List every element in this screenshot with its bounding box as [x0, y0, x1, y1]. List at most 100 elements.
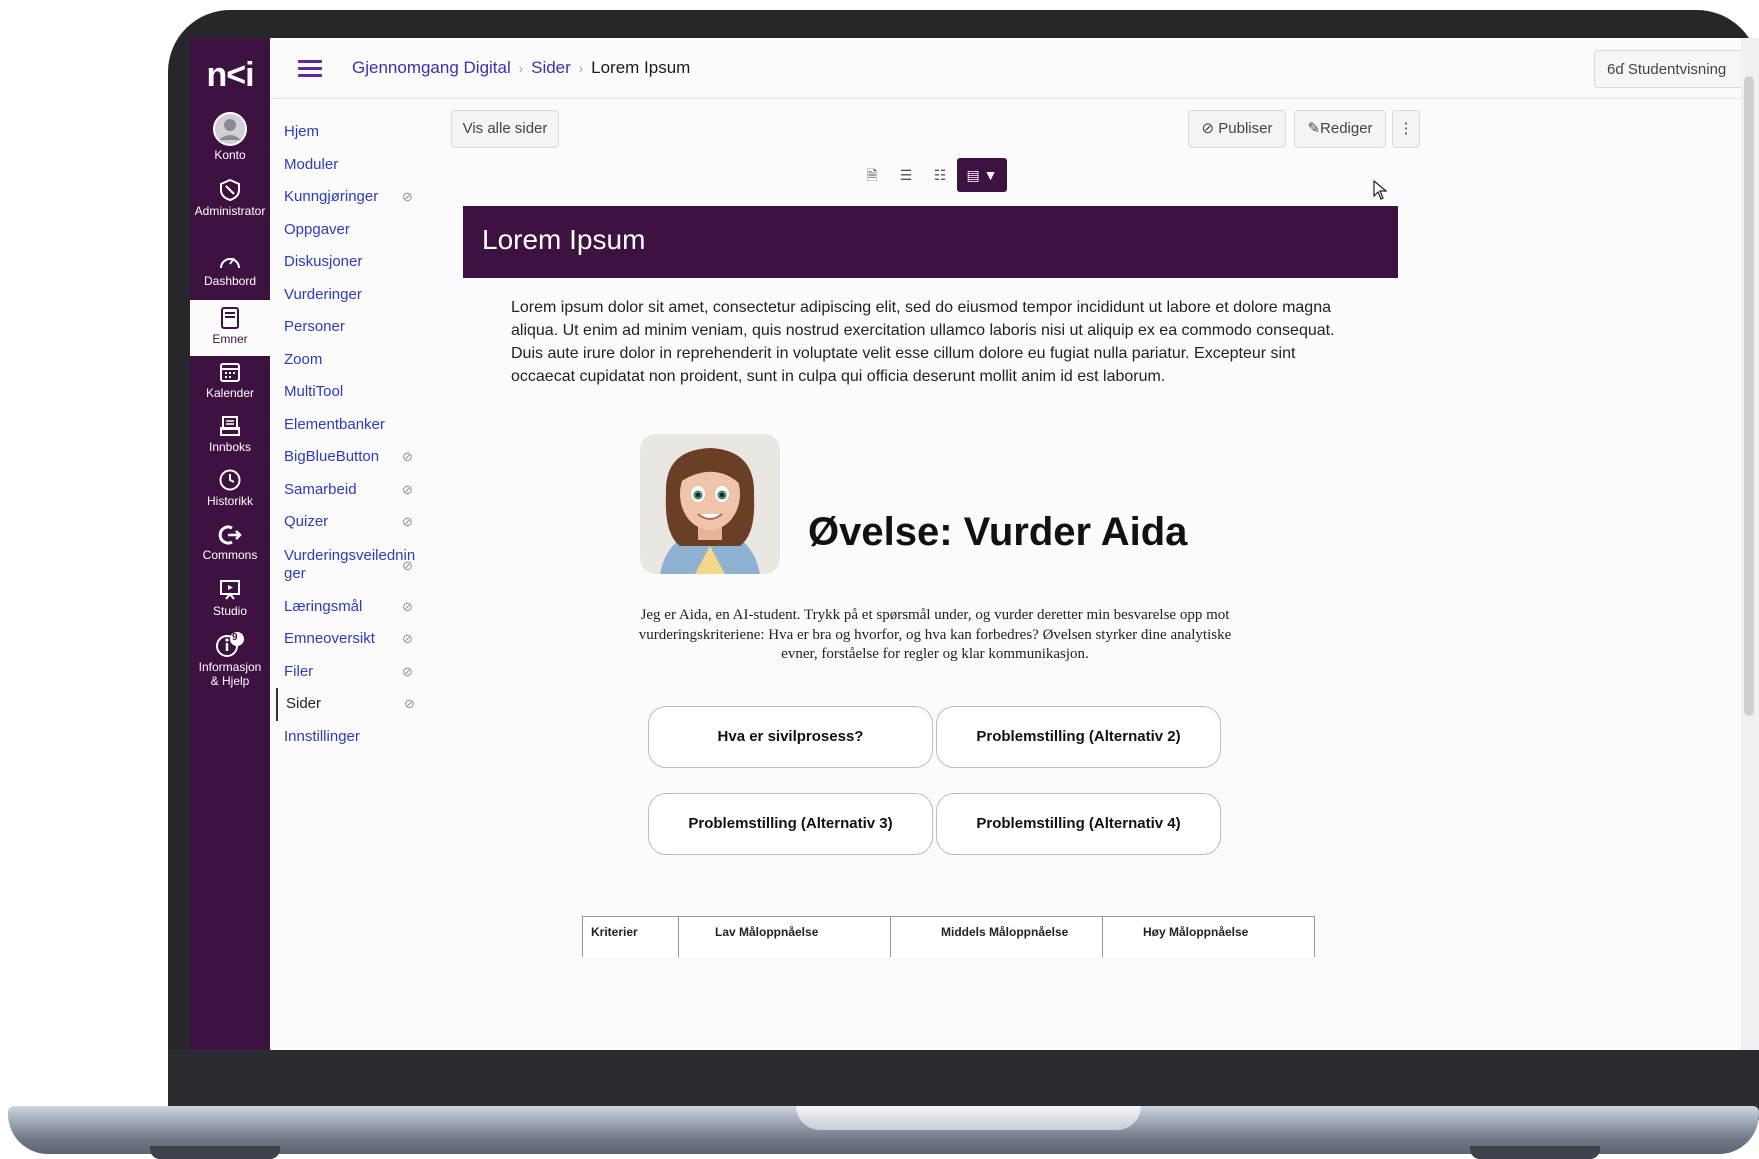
course-nav-diskusjoner[interactable]: Diskusjoner: [276, 246, 436, 279]
exercise-description: Jeg er Aida, en AI-student. Trykk på et …: [638, 607, 1232, 662]
studio-icon: [220, 580, 240, 600]
page-banner: Lorem Ipsum: [463, 206, 1398, 278]
table-header-criteria: Kriterier: [591, 925, 638, 939]
course-nav-samarbeid[interactable]: Samarbeid ⊘: [276, 474, 436, 507]
course-nav-emneoversikt[interactable]: Emneoversikt ⊘: [276, 623, 436, 656]
course-nav-filer[interactable]: Filer ⊘: [276, 656, 436, 689]
scrollbar-thumb[interactable]: [1744, 76, 1754, 716]
eye-slash-icon: ⊘: [402, 557, 413, 573]
publish-label: Publiser: [1218, 120, 1273, 137]
eye-slash-icon: ⊘: [402, 514, 413, 529]
course-nav-label: Filer: [284, 662, 314, 680]
aida-avatar: [640, 434, 780, 574]
global-nav-administrator[interactable]: Administrator: [190, 178, 270, 218]
global-nav-label: Innboks: [208, 440, 252, 454]
global-nav-emner[interactable]: Emner: [190, 300, 270, 356]
user-circle-icon: [213, 112, 247, 146]
edit-label: Rediger: [1320, 120, 1373, 137]
laptop-chin: [168, 1050, 1759, 1106]
hamburger-menu-icon[interactable]: [298, 60, 322, 78]
eye-slash-icon: ⊘: [402, 449, 413, 464]
table-header-low: Lav Måloppnåelse: [715, 925, 819, 939]
course-nav-multitool[interactable]: MultiTool: [276, 376, 436, 409]
option-button-4[interactable]: Problemstilling (Alternativ 4): [936, 793, 1221, 855]
course-nav-label: Innstillinger: [284, 727, 360, 745]
eye-slash-icon: ⊘: [402, 598, 413, 614]
publish-button[interactable]: ⊘ Publiser: [1188, 110, 1286, 148]
course-nav-sider[interactable]: Sider ⊘: [276, 688, 436, 721]
laptop-foot-right: [1470, 1146, 1600, 1159]
course-nav-label: Moduler: [284, 155, 339, 173]
course-nav-bigbluebutton[interactable]: BigBlueButton ⊘: [276, 441, 436, 474]
course-nav-label: Emneoversikt: [284, 630, 375, 647]
course-nav-laeringsmal[interactable]: Læringsmål ⊘: [276, 591, 436, 624]
inbox-icon: [220, 416, 240, 436]
eye-slash-icon: ⊘: [402, 631, 413, 646]
page-icon[interactable]: 🗎: [855, 158, 889, 192]
commons-arrow-icon: [218, 525, 242, 545]
info-icon: [216, 632, 244, 657]
eye-slash-icon: ⊘: [404, 696, 415, 711]
exercise-title: Øvelse: Vurder Aida: [808, 510, 1188, 554]
global-nav-label: Informasjon & Hjelp: [198, 660, 262, 688]
table-header-high: Høy Måloppnåelse: [1143, 925, 1249, 939]
course-nav-kunngjoringer[interactable]: Kunngjøringer ⊘: [276, 181, 436, 214]
global-nav-konto[interactable]: Konto: [190, 112, 270, 162]
course-nav-vurderingsveiledninger[interactable]: Vurderingsveiledninger ⊘: [276, 539, 436, 591]
rubric-table: Kriterier Lav Måloppnåelse Middels Målop…: [582, 916, 1315, 957]
notification-badge: 9: [232, 632, 238, 643]
page-body-text: Lorem ipsum dolor sit amet, consectetur …: [511, 299, 1335, 385]
no-entry-icon: ⊘: [1201, 120, 1219, 137]
eye-slash-icon: ⊘: [402, 189, 413, 204]
global-nav: n<i Konto Administrator Dashbord Emner K…: [190, 38, 270, 1050]
global-nav-historikk[interactable]: Historikk: [190, 468, 270, 508]
global-nav-informasjon-hjelp[interactable]: 9 Informasjon & Hjelp: [190, 632, 270, 688]
course-nav-label: Vurderingsveiledninger: [284, 546, 416, 582]
course-nav-zoom[interactable]: Zoom: [276, 344, 436, 377]
course-nav-oppgaver[interactable]: Oppgaver: [276, 214, 436, 247]
course-nav-personer[interactable]: Personer: [276, 311, 436, 344]
page-outline-icon[interactable]: ☷: [923, 158, 957, 192]
table-header-medium: Middels Måloppnåelse: [941, 925, 1069, 939]
option-button-3[interactable]: Problemstilling (Alternativ 3): [648, 793, 933, 855]
global-nav-label: Historikk: [206, 494, 253, 508]
eye-slash-icon: ⊘: [402, 663, 413, 679]
more-options-icon[interactable]: ⋮: [1392, 110, 1420, 148]
eye-slash-icon: ⊘: [402, 481, 413, 497]
global-nav-label: Dashbord: [203, 274, 257, 288]
course-nav-innstillinger[interactable]: Innstillinger: [276, 721, 436, 754]
global-nav-commons[interactable]: Commons: [190, 524, 270, 562]
chevron-right-icon: ›: [578, 61, 584, 76]
course-nav-hjem[interactable]: Hjem: [276, 116, 436, 149]
global-nav-label: Studio: [212, 604, 248, 618]
edit-button[interactable]: ✎Rediger: [1294, 110, 1386, 148]
global-nav-kalender[interactable]: Kalender: [190, 360, 270, 400]
global-nav-innboks[interactable]: Innboks: [190, 414, 270, 454]
option-button-1[interactable]: Hva er sivilprosess?: [648, 706, 933, 768]
glasses-icon: 6ɗ: [1607, 61, 1628, 78]
course-nav-label: Samarbeid: [284, 480, 357, 498]
view-all-pages-button[interactable]: Vis alle sider: [451, 110, 559, 148]
course-nav-label: MultiTool: [284, 383, 344, 400]
page-location-icon[interactable]: ▤ ▼: [957, 158, 1007, 192]
course-nav: Hjem Moduler Kunngjøringer ⊘ Oppgaver Dis…: [276, 116, 436, 753]
global-nav-dashbord[interactable]: Dashbord: [190, 250, 270, 288]
global-nav-studio[interactable]: Studio: [190, 578, 270, 618]
course-nav-label: Hjem: [284, 123, 320, 140]
course-nav-label: Læringsmål: [284, 597, 363, 615]
screen: n<i Konto Administrator Dashbord Emner K…: [190, 38, 1759, 1050]
student-view-button[interactable]: 6ɗ Studentvisning: [1594, 50, 1759, 88]
course-nav-moduler[interactable]: Moduler: [276, 149, 436, 182]
page-forward-icon[interactable]: ☰: [889, 158, 923, 192]
option-button-2[interactable]: Problemstilling (Alternativ 2): [936, 706, 1221, 768]
course-nav-quizer[interactable]: Quizer ⊘: [276, 506, 436, 539]
breadcrumb-section[interactable]: Sider: [531, 58, 571, 77]
view-mode-toolbar: 🗎 ☰ ☷ ▤ ▼: [855, 158, 1007, 192]
laptop-foot-left: [150, 1146, 280, 1159]
course-nav-elementbanker[interactable]: Elementbanker: [276, 409, 436, 442]
course-nav-vurderinger[interactable]: Vurderinger: [276, 279, 436, 312]
global-nav-label: Konto: [214, 148, 246, 162]
student-view-label: Studentvisning: [1627, 61, 1727, 78]
breadcrumb-course[interactable]: Gjennomgang Digital: [352, 58, 511, 77]
logo[interactable]: n<i: [190, 56, 270, 95]
